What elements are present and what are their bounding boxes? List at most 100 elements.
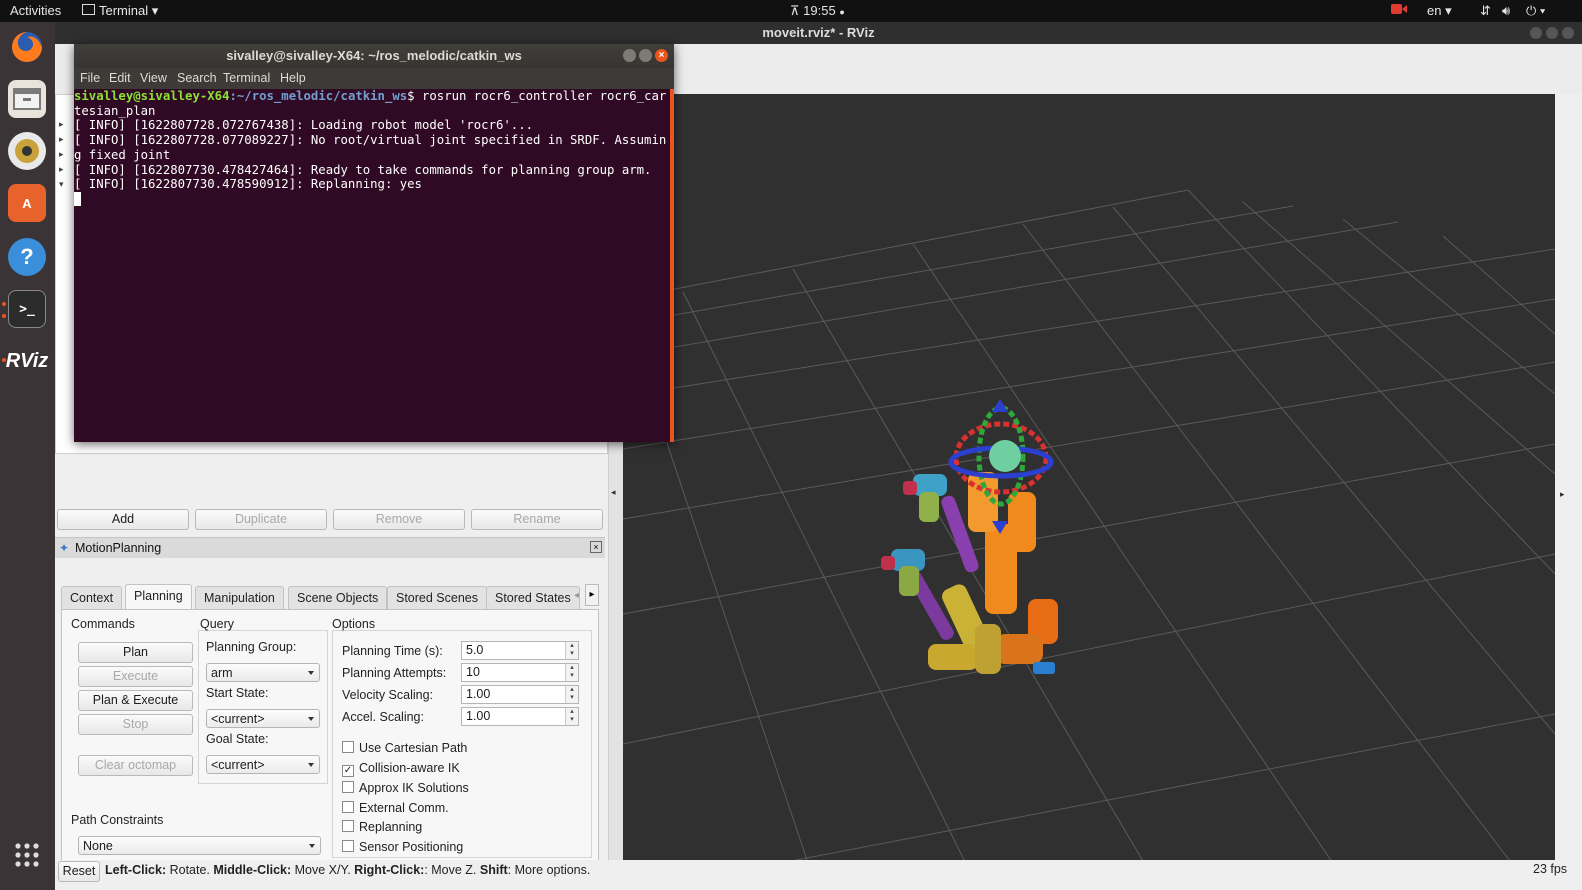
- 3d-viewport[interactable]: [623, 94, 1555, 878]
- checkbox-box[interactable]: [342, 741, 354, 753]
- tab-bar: Context Planning Manipulation Scene Obje…: [61, 584, 601, 610]
- duplicate-button[interactable]: Duplicate: [195, 509, 327, 530]
- close-button[interactable]: [1562, 27, 1574, 39]
- planning-time-value: 5.0: [466, 643, 484, 657]
- reset-button[interactable]: Reset: [58, 861, 100, 882]
- volume-icon[interactable]: 🔊︎: [1502, 3, 1510, 19]
- use-cartesian-path-checkbox[interactable]: Use Cartesian Path: [342, 741, 467, 755]
- menu-edit[interactable]: Edit: [109, 71, 131, 85]
- spin-arrows-icon[interactable]: ▴ ▾: [565, 686, 578, 703]
- tab-planning[interactable]: Planning: [125, 584, 192, 610]
- replanning-checkbox[interactable]: Replanning: [342, 820, 422, 834]
- tab-manipulation[interactable]: Manipulation: [195, 586, 284, 609]
- checkbox-box[interactable]: [342, 801, 354, 813]
- tab-scene-objects[interactable]: Scene Objects: [288, 586, 388, 609]
- menu-terminal[interactable]: Terminal: [223, 71, 270, 85]
- goal-state-label: Goal State:: [206, 732, 269, 746]
- planning-tab-content: Commands Plan Execute Plan & Execute Sto…: [61, 609, 599, 865]
- output-line: [ INFO] [1622807730.478427464]: Ready to…: [74, 162, 652, 177]
- add-button[interactable]: Add: [57, 509, 189, 530]
- execute-button[interactable]: Execute: [78, 666, 193, 687]
- tab-scroll-left-icon[interactable]: ◂: [574, 590, 579, 601]
- menu-view[interactable]: View: [140, 71, 167, 85]
- maximize-button[interactable]: [1546, 27, 1558, 39]
- help-icon[interactable]: ?: [8, 238, 46, 276]
- menu-search[interactable]: Search: [177, 71, 217, 85]
- minimize-button[interactable]: [1530, 27, 1542, 39]
- tab-context[interactable]: Context: [61, 586, 123, 609]
- expand-right-icon[interactable]: ▸: [1560, 489, 1565, 500]
- checkbox-box[interactable]: [342, 781, 354, 793]
- planning-time-spinbox[interactable]: 5.0 ▴ ▾: [461, 641, 579, 660]
- clock[interactable]: ⊼ 19:55 ●: [790, 3, 845, 19]
- menu-file[interactable]: File: [80, 71, 100, 85]
- approx-ik-checkbox[interactable]: Approx IK Solutions: [342, 781, 469, 795]
- tab-stored-scenes[interactable]: Stored Scenes: [387, 586, 487, 609]
- planning-group-select[interactable]: arm: [206, 663, 320, 682]
- running-indicator: [2, 358, 6, 362]
- terminal-output[interactable]: sivalley@sivalley-X64:~/ros_melodic/catk…: [74, 89, 670, 442]
- chevron-down-icon: [308, 717, 314, 721]
- minimize-button[interactable]: [623, 49, 636, 62]
- planning-group-label: Planning Group:: [206, 640, 297, 654]
- motion-planning-header[interactable]: ✦ MotionPlanning ×: [55, 537, 605, 558]
- dock: A ? >_ RViz: [0, 22, 55, 890]
- rviz-icon[interactable]: RViz: [6, 342, 49, 380]
- panel-title: MotionPlanning: [75, 541, 162, 555]
- collision-aware-ik-checkbox[interactable]: ✓ Collision-aware IK: [342, 761, 460, 777]
- rhythmbox-icon[interactable]: [8, 132, 46, 170]
- language-indicator[interactable]: en ▾: [1427, 3, 1452, 19]
- ground-grid: [623, 189, 1555, 878]
- clear-octomap-button[interactable]: Clear octomap: [78, 755, 193, 776]
- close-panel-icon[interactable]: ×: [590, 541, 602, 553]
- tab-stored-states[interactable]: Stored States: [486, 586, 580, 609]
- spin-arrows-icon[interactable]: ▴ ▾: [565, 642, 578, 659]
- software-center-icon[interactable]: A: [8, 184, 46, 222]
- sensor-positioning-checkbox[interactable]: Sensor Positioning: [342, 840, 463, 854]
- accel-scaling-spinbox[interactable]: 1.00 ▴ ▾: [461, 707, 579, 726]
- files-icon[interactable]: [8, 80, 46, 118]
- power-icon[interactable]: ⏻ ▾: [1526, 3, 1545, 19]
- checkbox-box[interactable]: [342, 840, 354, 852]
- show-applications-icon[interactable]: [8, 836, 46, 874]
- menu-help[interactable]: Help: [280, 71, 306, 85]
- collapse-left-icon[interactable]: ◂: [611, 487, 616, 498]
- goal-state-select[interactable]: <current>: [206, 755, 320, 774]
- query-title: Query: [200, 617, 235, 631]
- external-comm-checkbox[interactable]: External Comm.: [342, 801, 449, 815]
- remove-button[interactable]: Remove: [333, 509, 465, 530]
- app-menu[interactable]: Terminal ▾: [82, 3, 158, 19]
- checkbox-box[interactable]: [342, 820, 354, 832]
- prompt-user: sivalley@sivalley-X64: [74, 89, 230, 103]
- plugin-icon: ✦: [59, 541, 70, 555]
- start-state-select[interactable]: <current>: [206, 709, 320, 728]
- maximize-button[interactable]: [639, 49, 652, 62]
- terminal-icon[interactable]: >_: [8, 290, 46, 328]
- hint-text: Move X/Y.: [291, 863, 355, 877]
- spin-arrows-icon[interactable]: ▴ ▾: [565, 708, 578, 725]
- output-line: [ INFO] [1622807728.077089227]: No root/…: [74, 133, 667, 148]
- velocity-scaling-spinbox[interactable]: 1.00 ▴ ▾: [461, 685, 579, 704]
- plan-button[interactable]: Plan: [78, 642, 193, 663]
- firefox-icon[interactable]: [8, 28, 46, 66]
- output-line: tesian_plan: [74, 103, 156, 118]
- screen-record-icon[interactable]: [1390, 2, 1408, 19]
- activities-button[interactable]: Activities: [10, 3, 61, 18]
- terminal-title-bar[interactable]: sivalley@sivalley-X64: ~/ros_melodic/cat…: [74, 44, 674, 68]
- path-constraints-select[interactable]: None: [78, 836, 321, 855]
- plan-execute-button[interactable]: Plan & Execute: [78, 690, 193, 711]
- rviz-title-bar[interactable]: moveit.rviz* - RViz: [55, 22, 1582, 44]
- planning-attempts-spinbox[interactable]: 10 ▴ ▾: [461, 663, 579, 682]
- terminal-window[interactable]: sivalley@sivalley-X64: ~/ros_melodic/cat…: [74, 44, 674, 442]
- stop-button[interactable]: Stop: [78, 714, 193, 735]
- spin-arrows-icon[interactable]: ▴ ▾: [565, 664, 578, 681]
- close-button[interactable]: ×: [655, 49, 668, 62]
- terminal-scrollbar[interactable]: [670, 89, 674, 442]
- checkbox-label: Collision-aware IK: [359, 761, 460, 775]
- tree-expanders[interactable]: ▸ ▸ ▸ ▸ ▾: [59, 117, 64, 192]
- planning-time-label: Planning Time (s):: [342, 644, 443, 658]
- network-icon[interactable]: ⇵: [1480, 3, 1491, 19]
- tab-scroll-right-icon[interactable]: ▸: [585, 584, 599, 606]
- rename-button[interactable]: Rename: [471, 509, 603, 530]
- checkmark-icon[interactable]: ✓: [342, 765, 354, 777]
